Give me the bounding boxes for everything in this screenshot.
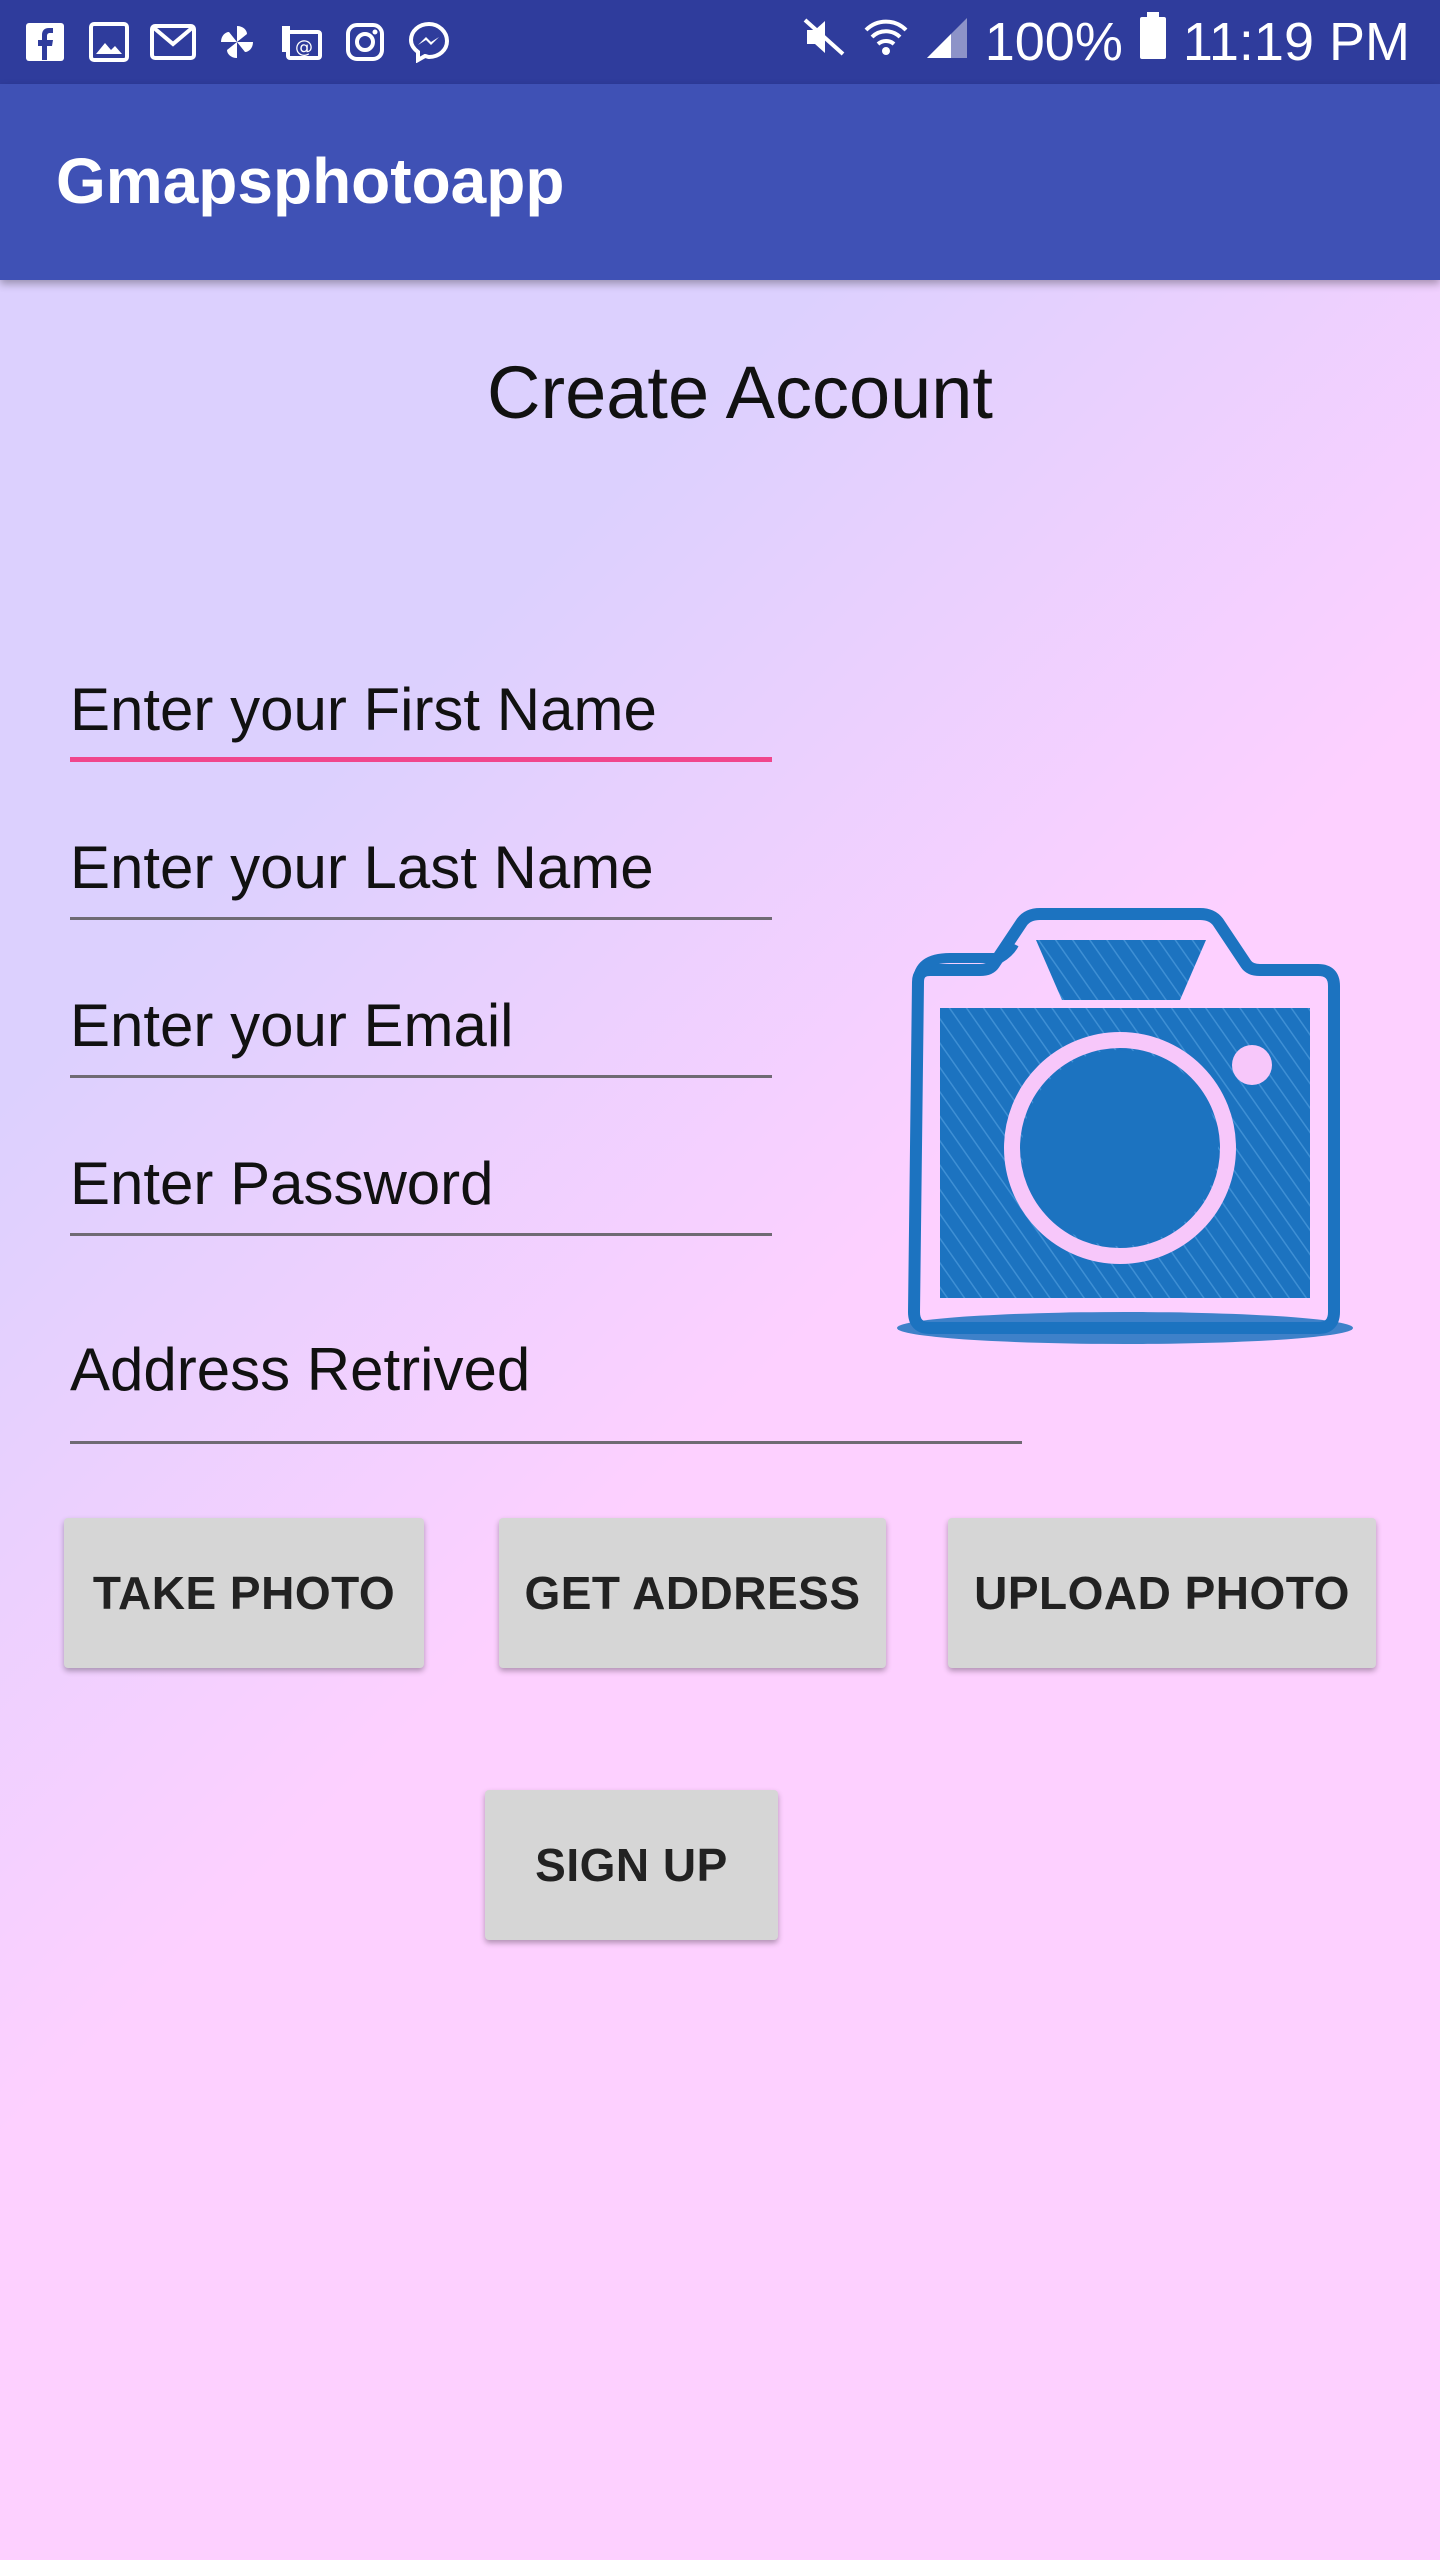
email-input[interactable]: Enter your Email [70, 991, 514, 1060]
upload-photo-button[interactable]: UPLOAD PHOTO [948, 1518, 1376, 1668]
address-field[interactable]: Address Retrived [70, 1335, 1022, 1444]
password-field[interactable]: Enter Password [70, 1149, 772, 1236]
battery-percent: 100% [984, 12, 1123, 72]
notification-icons: @ [22, 18, 452, 66]
create-account-form: Create Account Enter your First Name Ent… [0, 280, 1440, 2560]
clock: 11:19 PM [1182, 12, 1410, 72]
wifi-icon [863, 11, 909, 73]
address-input[interactable]: Address Retrived [70, 1335, 530, 1404]
email-field[interactable]: Enter your Email [70, 991, 772, 1078]
camera-icon[interactable] [890, 900, 1360, 1360]
get-address-button[interactable]: GET ADDRESS [499, 1518, 886, 1668]
email-icon: @ [278, 19, 324, 65]
facebook-icon [22, 19, 68, 65]
last-name-underline [70, 917, 772, 920]
password-input[interactable]: Enter Password [70, 1149, 494, 1218]
messenger-icon [406, 19, 452, 65]
first-name-input[interactable]: Enter your First Name [70, 675, 657, 744]
sign-up-button[interactable]: SIGN UP [485, 1790, 778, 1940]
status-bar: @ 100% 11:19 PM [0, 0, 1440, 84]
signal-icon [925, 11, 969, 73]
email-underline [70, 1075, 772, 1078]
gmail-icon [150, 19, 196, 65]
first-name-underline [70, 757, 772, 762]
password-underline [70, 1233, 772, 1236]
first-name-field[interactable]: Enter your First Name [70, 675, 772, 762]
gallery-icon [86, 19, 132, 65]
last-name-field[interactable]: Enter your Last Name [70, 833, 772, 920]
status-right: 100% 11:19 PM [801, 12, 1410, 72]
take-photo-button[interactable]: TAKE PHOTO [64, 1518, 424, 1668]
last-name-input[interactable]: Enter your Last Name [70, 833, 654, 902]
battery-icon [1139, 11, 1167, 73]
page-title: Create Account [487, 351, 993, 434]
app-bar: Gmapsphotoapp [0, 84, 1440, 280]
mute-icon [801, 11, 847, 73]
pinwheel-icon [214, 19, 260, 65]
svg-text:@: @ [295, 37, 313, 58]
address-underline [70, 1441, 1022, 1444]
app-title: Gmapsphotoapp [56, 145, 565, 217]
instagram-icon [342, 19, 388, 65]
